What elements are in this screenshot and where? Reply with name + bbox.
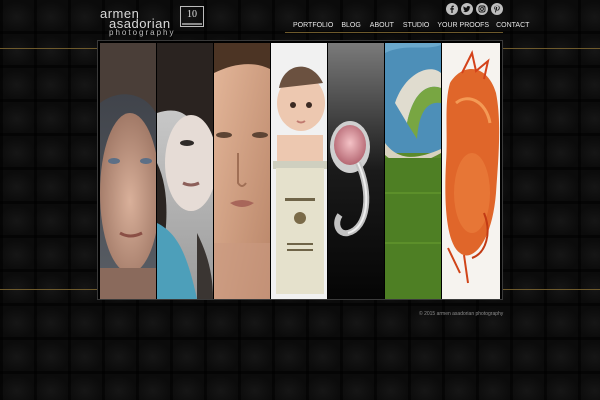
- facebook-icon[interactable]: [446, 3, 458, 15]
- gallery-strip-food[interactable]: [442, 43, 500, 299]
- gallery-strip-portrait-man[interactable]: [100, 43, 156, 299]
- nav-blog[interactable]: BLOG: [341, 22, 360, 29]
- gallery-strip-ring[interactable]: [328, 43, 384, 299]
- gallery-strip-portrait-closeup[interactable]: [214, 43, 270, 299]
- gallery-strip-portrait-woman[interactable]: [157, 43, 213, 299]
- portfolio-gallery: [97, 40, 503, 300]
- nav-underline: [285, 32, 503, 33]
- social-links: [446, 3, 503, 15]
- nav-your-proofs[interactable]: YOUR PROOFS: [437, 22, 489, 29]
- nav-contact[interactable]: CONTACT: [496, 22, 529, 29]
- copyright-text: © 2015 armen asadorian photography: [419, 311, 504, 317]
- nav-portfolio[interactable]: PORTFOLIO: [293, 22, 333, 29]
- badge-bar: [182, 23, 202, 25]
- main-nav: PORTFOLIO BLOG ABOUT STUDIO YOUR PROOFS …: [293, 22, 529, 29]
- gallery-strip-pool[interactable]: [385, 43, 441, 299]
- logo-line-3: photography: [109, 28, 176, 37]
- gallery-strip-baby[interactable]: [271, 43, 327, 299]
- twitter-icon[interactable]: [461, 3, 473, 15]
- anniversary-badge: 10: [180, 6, 204, 27]
- nav-studio[interactable]: STUDIO: [403, 22, 429, 29]
- pinterest-icon[interactable]: [491, 3, 503, 15]
- badge-number: 10: [187, 9, 197, 20]
- instagram-icon[interactable]: [476, 3, 488, 15]
- nav-about[interactable]: ABOUT: [370, 22, 394, 29]
